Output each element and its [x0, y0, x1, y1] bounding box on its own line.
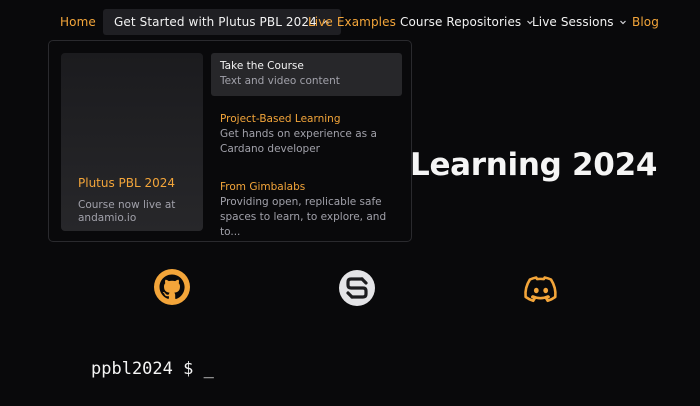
nav-blog-link[interactable]: Blog: [621, 9, 670, 35]
menu-item-title: Project-Based Learning: [220, 113, 341, 125]
featured-course-card[interactable]: Plutus PBL 2024 Course now live at andam…: [61, 53, 203, 231]
menu-item-project-based-learning[interactable]: Project-Based Learning Get hands on expe…: [211, 106, 402, 164]
terminal-prompt: ppbl2024 $ _: [91, 359, 214, 379]
nav-get-started-label: Get Started with Plutus PBL 2024: [114, 15, 317, 29]
top-nav: Home Get Started with Plutus PBL 2024 Li…: [0, 0, 700, 44]
get-started-dropdown: Plutus PBL 2024 Course now live at andam…: [48, 40, 412, 242]
nav-course-repositories-label: Course Repositories: [400, 15, 522, 29]
gimbalabs-logo-icon[interactable]: [337, 268, 377, 308]
featured-course-description: Course now live at andamio.io: [78, 199, 176, 224]
menu-item-description: Text and video content: [220, 75, 340, 87]
menu-item-take-the-course[interactable]: Take the Course Text and video content: [211, 53, 402, 96]
menu-item-title: Take the Course: [220, 60, 304, 72]
menu-item-description: Providing open, replicable safe spaces t…: [220, 196, 387, 238]
hero-title: Learning 2024: [410, 147, 658, 183]
featured-course-title: Plutus PBL 2024: [78, 176, 176, 190]
menu-item-from-gimbalabs[interactable]: From Gimbalabs Providing open, replicabl…: [211, 174, 402, 238]
nav-home-link[interactable]: Home: [49, 9, 107, 35]
menu-item-title: From Gimbalabs: [220, 181, 306, 193]
nav-live-sessions-label: Live Sessions: [532, 15, 614, 29]
discord-icon[interactable]: [521, 268, 561, 308]
menu-item-description: Get hands on experience as a Cardano dev…: [220, 128, 377, 155]
github-icon[interactable]: [152, 267, 192, 307]
